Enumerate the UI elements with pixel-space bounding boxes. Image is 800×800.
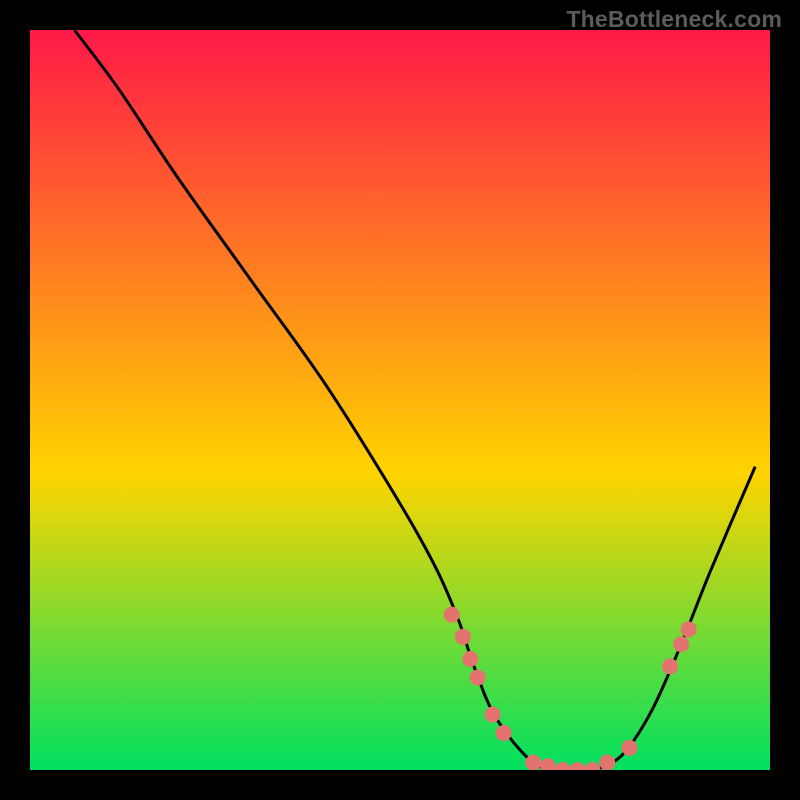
data-marker [570,762,586,778]
data-marker [662,658,678,674]
data-marker [681,621,697,637]
data-marker [621,740,637,756]
watermark-text: TheBottleneck.com [566,6,782,33]
data-marker [525,755,541,771]
data-marker [455,629,471,645]
data-marker [462,651,478,667]
data-marker [584,762,600,778]
gradient-background [30,30,770,770]
data-marker [444,607,460,623]
data-marker [673,636,689,652]
data-marker [485,707,501,723]
bottleneck-chart [0,0,800,800]
data-marker [496,725,512,741]
data-marker [599,755,615,771]
data-marker [470,670,486,686]
data-marker [540,758,556,774]
chart-container: TheBottleneck.com [0,0,800,800]
data-marker [555,762,571,778]
